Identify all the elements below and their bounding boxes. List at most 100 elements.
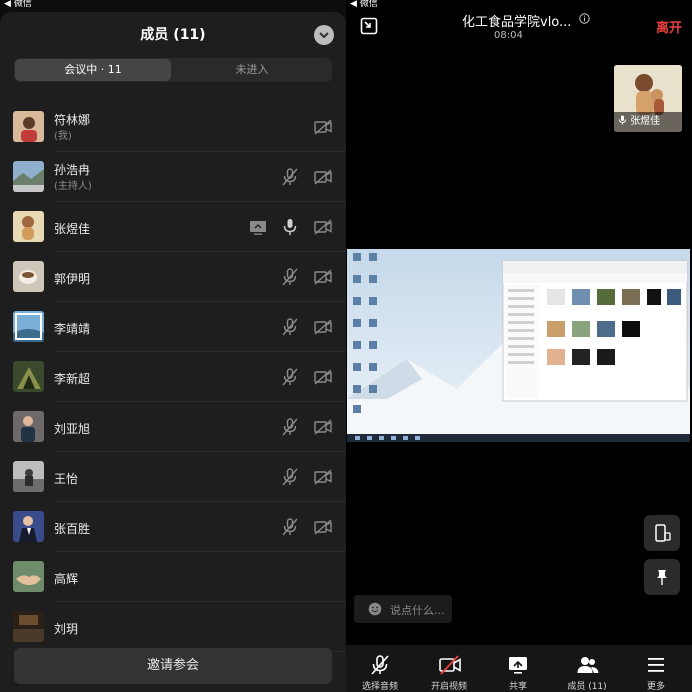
info-icon[interactable] <box>579 13 590 24</box>
mic-muted-icon <box>280 317 300 337</box>
members-panel: 成员 (11) 会议中 · 11 未进入 符林娜 (我) 孙浩冉 (主持人) 张煜佳郭伊… <box>0 12 346 692</box>
avatar <box>13 111 44 142</box>
avatar <box>13 461 44 492</box>
member-row[interactable]: 王怡 <box>0 452 346 502</box>
members-button[interactable]: 成员 (11) <box>555 645 619 692</box>
member-row[interactable]: 刘亚旭 <box>0 402 346 452</box>
member-name: 张百胜 <box>54 522 91 536</box>
camera-off-icon <box>313 367 333 387</box>
meeting-screen: ◀ 微信 化工食品学院vlo... 08:04 离开 张煜佳 说点什么... 选… <box>346 0 692 692</box>
mic-muted-icon <box>280 467 300 487</box>
pin-button[interactable] <box>644 559 680 595</box>
member-name: 李新超 <box>54 372 91 386</box>
start-video-button[interactable]: 开启视频 <box>417 645 481 692</box>
mic-muted-icon <box>280 517 300 537</box>
camera-off-icon <box>313 217 333 237</box>
mic-muted-icon <box>280 167 300 187</box>
chevron-down-icon <box>319 32 329 39</box>
mic-icon <box>280 217 300 237</box>
member-name: 高辉 <box>54 572 79 586</box>
member-row[interactable]: 刘玥 <box>0 602 346 652</box>
avatar <box>13 311 44 342</box>
member-name: 郭伊明 <box>54 272 91 286</box>
back-to-wechat[interactable]: ◀ 微信 <box>4 0 32 10</box>
member-row[interactable]: 张百胜 <box>0 502 346 552</box>
avatar <box>13 211 44 242</box>
meeting-title[interactable]: 化工食品学院vlo... <box>462 11 571 30</box>
shared-desktop-screenshot <box>347 249 690 442</box>
members-icon <box>577 657 599 673</box>
member-role: (我) <box>54 131 72 142</box>
collapse-button[interactable] <box>314 25 334 45</box>
avatar <box>13 511 44 542</box>
toolbar-label: 更多 <box>646 682 665 692</box>
menu-icon <box>648 658 664 672</box>
avatar <box>13 411 44 442</box>
pin-icon <box>657 570 667 585</box>
tab-not-joined[interactable]: 未进入 <box>174 59 330 81</box>
speaker-video-thumbnail[interactable]: 张煜佳 <box>614 65 682 132</box>
speaker-label: 张煜佳 <box>614 112 682 132</box>
speaker-name: 张煜佳 <box>630 116 661 127</box>
mic-muted-icon <box>280 417 300 437</box>
member-name: 孙浩冉 <box>54 163 91 177</box>
back-to-wechat[interactable]: ◀ 微信 <box>350 0 378 10</box>
member-row[interactable]: 张煜佳 <box>0 202 346 252</box>
toolbar-label: 共享 <box>508 682 527 692</box>
avatar <box>13 611 44 642</box>
camera-off-icon <box>313 417 333 437</box>
member-row[interactable]: 符林娜 (我) <box>0 102 346 152</box>
phone-rotate-icon <box>655 524 671 542</box>
camera-off-icon <box>313 267 333 287</box>
rotate-screen-button[interactable] <box>644 515 680 551</box>
mic-muted-icon <box>371 655 389 675</box>
camera-off-icon <box>313 317 333 337</box>
meeting-timer: 08:04 <box>494 30 523 41</box>
camera-off-icon <box>313 167 333 187</box>
toolbar-label: 开启视频 <box>430 682 467 692</box>
minimize-button[interactable] <box>360 17 378 35</box>
screen-share-view[interactable] <box>347 249 690 442</box>
member-row[interactable]: 李靖靖 <box>0 302 346 352</box>
member-name: 符林娜 <box>54 113 91 127</box>
share-screen-icon <box>509 657 527 674</box>
mic-icon <box>619 115 626 125</box>
screen-share-icon <box>248 217 268 237</box>
avatar <box>13 161 44 192</box>
toolbar-label: 选择音频 <box>361 682 398 692</box>
member-name: 刘亚旭 <box>54 422 91 436</box>
emoji-icon[interactable] <box>368 602 382 616</box>
member-name: 李靖靖 <box>54 322 91 336</box>
camera-off-icon <box>313 517 333 537</box>
select-audio-button[interactable]: 选择音频 <box>348 645 412 692</box>
member-name: 刘玥 <box>54 622 79 636</box>
shrink-window-icon <box>360 17 378 35</box>
member-row[interactable]: 高辉 <box>0 552 346 602</box>
invite-button[interactable]: 邀请参会 <box>14 648 332 684</box>
member-row[interactable]: 孙浩冉 (主持人) <box>0 152 346 202</box>
tab-in-meeting[interactable]: 会议中 · 11 <box>15 59 171 81</box>
meeting-toolbar: 选择音频 开启视频 共享 成员 (11) 更多 <box>346 645 692 692</box>
member-name: 王怡 <box>54 472 79 486</box>
member-row[interactable]: 郭伊明 <box>0 252 346 302</box>
avatar <box>13 261 44 292</box>
mic-muted-icon <box>280 367 300 387</box>
member-name: 张煜佳 <box>54 222 91 236</box>
toolbar-label: 成员 (11) <box>567 682 607 692</box>
panel-title: 成员 (11) <box>140 27 206 43</box>
chat-input[interactable]: 说点什么... <box>354 595 452 623</box>
member-role: (主持人) <box>54 181 92 192</box>
avatar <box>13 561 44 592</box>
leave-button[interactable]: 离开 <box>656 17 682 36</box>
camera-off-icon <box>439 655 461 675</box>
mic-muted-icon <box>280 267 300 287</box>
members-screen: ◀ 微信 成员 (11) 会议中 · 11 未进入 符林娜 (我) 孙浩冉 (主持人)… <box>0 0 346 692</box>
more-button[interactable]: 更多 <box>624 645 688 692</box>
member-row[interactable]: 李新超 <box>0 352 346 402</box>
camera-off-icon <box>313 117 333 137</box>
share-button[interactable]: 共享 <box>486 645 550 692</box>
avatar <box>13 361 44 392</box>
chat-placeholder: 说点什么... <box>390 604 445 617</box>
member-tabs: 会议中 · 11 未进入 <box>14 58 332 82</box>
camera-off-icon <box>313 467 333 487</box>
